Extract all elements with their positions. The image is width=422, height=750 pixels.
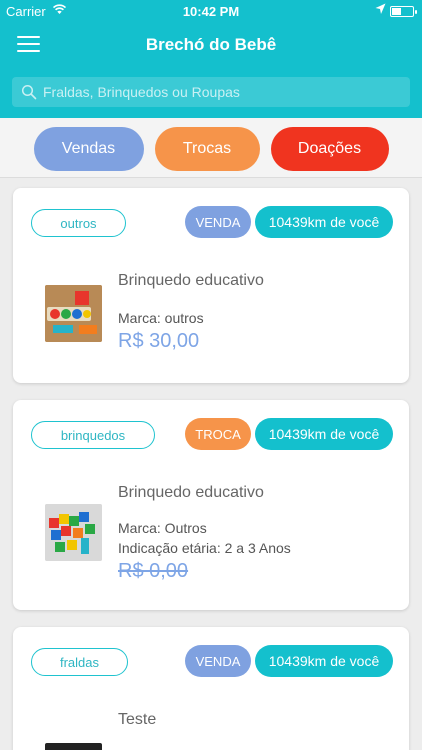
product-age: Indicação etária: 2 a 3 Anos — [118, 540, 291, 556]
product-image — [45, 285, 102, 342]
product-title: Brinquedo educativo — [118, 484, 264, 501]
clock: 10:42 PM — [182, 4, 240, 19]
page-title: Brechó do Bebê — [145, 35, 277, 54]
app-header: Carrier 10:42 PM Brechó do Bebê — [0, 0, 422, 118]
product-card[interactable]: outros VENDA 10439km de você Brinquedo e… — [13, 188, 409, 383]
category-tag: outros — [31, 209, 126, 237]
status-bar: Carrier 10:42 PM — [0, 0, 422, 22]
type-badge: VENDA — [185, 645, 251, 677]
filter-vendas-button[interactable]: Vendas — [33, 126, 144, 171]
product-brand: Marca: Outros — [118, 520, 207, 536]
category-tag: fraldas — [31, 648, 128, 676]
product-title: Teste — [118, 711, 157, 728]
product-image — [45, 743, 102, 750]
product-title: Brinquedo educativo — [118, 272, 264, 289]
product-brand: Marca: outros — [118, 310, 204, 326]
category-tag: brinquedos — [31, 421, 155, 449]
product-image — [45, 504, 102, 561]
product-card[interactable]: fraldas VENDA 10439km de você Teste — [13, 627, 409, 750]
product-price: R$ 0,00 — [118, 560, 189, 582]
product-price: R$ 30,00 — [118, 330, 200, 352]
distance-badge: 10439km de você — [255, 645, 393, 677]
location-arrow-icon — [375, 3, 386, 14]
distance-badge: 10439km de você — [255, 206, 393, 238]
navigation-bar: Brechó do Bebê — [0, 22, 422, 66]
type-badge: TROCA — [185, 418, 251, 450]
battery-icon — [390, 6, 417, 17]
search-bar[interactable] — [12, 77, 410, 107]
distance-badge: 10439km de você — [255, 418, 393, 450]
search-icon — [21, 84, 37, 100]
search-input[interactable] — [43, 77, 410, 107]
product-card[interactable]: brinquedos TROCA 10439km de você Brinque… — [13, 400, 409, 610]
filter-bar: Vendas Trocas Doações — [0, 118, 422, 178]
type-badge: VENDA — [185, 206, 251, 238]
filter-trocas-button[interactable]: Trocas — [154, 126, 260, 171]
filter-doacoes-button[interactable]: Doações — [270, 126, 389, 171]
product-list: outros VENDA 10439km de você Brinquedo e… — [0, 180, 422, 750]
